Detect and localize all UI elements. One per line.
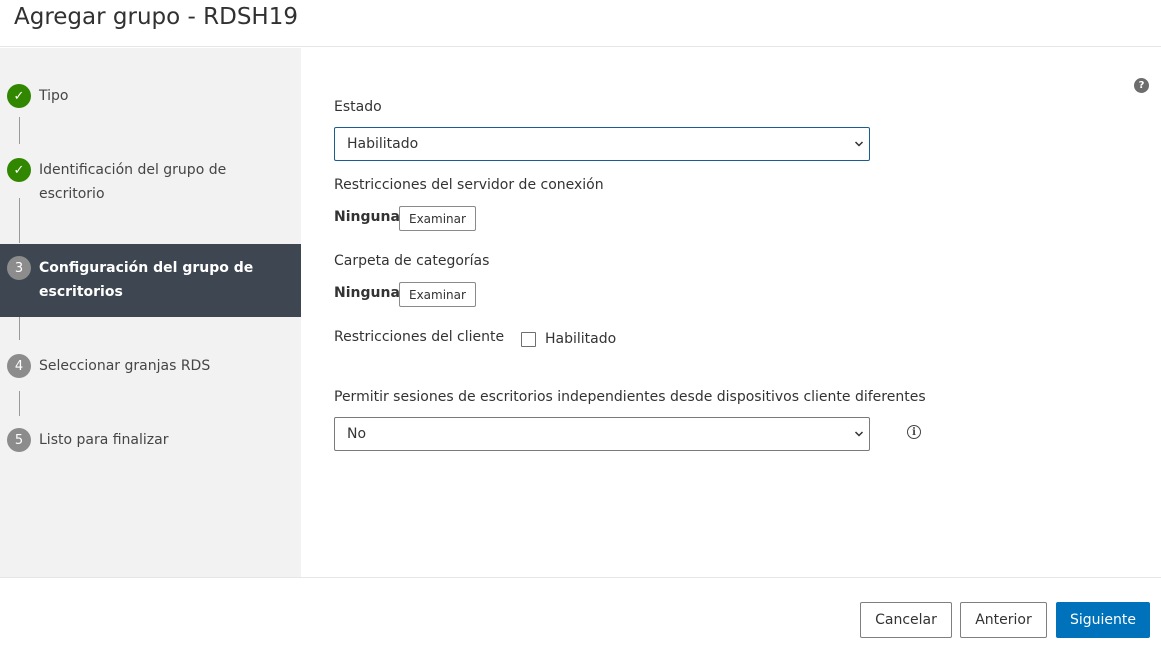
cancel-button[interactable]: Cancelar [860,602,952,638]
step-connector [19,117,20,144]
client-restrictions-checkbox-label[interactable]: Habilitado [545,331,616,347]
dialog-title: Agregar grupo - RDSH19 [14,4,298,30]
pool-settings-form: ? Estado Habilitado Restricciones del se… [302,48,1161,577]
check-icon: ✓ [7,84,31,108]
wizard-steps-sidebar: ✓ Tipo ✓ Identificación del grupo de esc… [0,48,301,577]
separate-sessions-select[interactable]: No [334,417,870,451]
info-icon[interactable]: i [907,425,921,439]
step-connector [19,391,20,416]
wizard-step-ready[interactable]: 5 Listo para finalizar [0,428,301,452]
client-restrictions-label: Restricciones del cliente [334,329,505,345]
separate-sessions-label: Permitir sesiones de escritorios indepen… [334,389,926,405]
wizard-step-label-line2: escritorio [39,186,105,202]
next-button[interactable]: Siguiente [1056,602,1150,638]
wizard-step-label: Seleccionar granjas RDS [39,358,211,374]
dialog-header: Agregar grupo - RDSH19 [0,0,1161,47]
wizard-step-tipo[interactable]: ✓ Tipo [0,84,301,108]
step-number-badge: 5 [7,428,31,452]
estado-select-value: Habilitado [347,136,419,152]
wizard-step-configuration[interactable]: 3 Configuración del grupo de escritorios [0,244,301,317]
connection-server-restrictions-label: Restricciones del servidor de conexión [334,177,604,193]
add-pool-dialog: Agregar grupo - RDSH19 ✓ Tipo ✓ Identifi… [0,0,1161,652]
back-button[interactable]: Anterior [960,602,1047,638]
chevron-down-icon [854,431,864,437]
category-folder-label: Carpeta de categorías [334,253,490,269]
connection-server-restrictions-value: Ninguna [334,209,400,225]
wizard-step-label: Listo para finalizar [39,432,169,448]
wizard-step-rds-farms[interactable]: 4 Seleccionar granjas RDS [0,354,301,378]
browse-connection-server-button[interactable]: Examinar [399,206,476,231]
step-number-badge: 4 [7,354,31,378]
browse-category-folder-button[interactable]: Examinar [399,282,476,307]
dialog-footer: Cancelar Anterior Siguiente [0,577,1161,652]
wizard-step-identification[interactable]: ✓ Identificación del grupo de escritorio [0,158,301,206]
step-number-badge: 3 [7,256,31,280]
check-icon: ✓ [7,158,31,182]
help-icon[interactable]: ? [1134,78,1149,93]
separate-sessions-select-value: No [347,426,367,442]
wizard-step-label: Configuración del grupo de [39,260,254,276]
client-restrictions-checkbox[interactable] [521,332,536,347]
wizard-step-label: Identificación del grupo de [39,162,227,178]
wizard-step-label-line2: escritorios [39,284,123,300]
estado-label: Estado [334,99,382,115]
chevron-down-icon [854,141,864,147]
category-folder-value: Ninguna [334,285,400,301]
wizard-step-label: Tipo [39,88,69,104]
estado-select[interactable]: Habilitado [334,127,870,161]
